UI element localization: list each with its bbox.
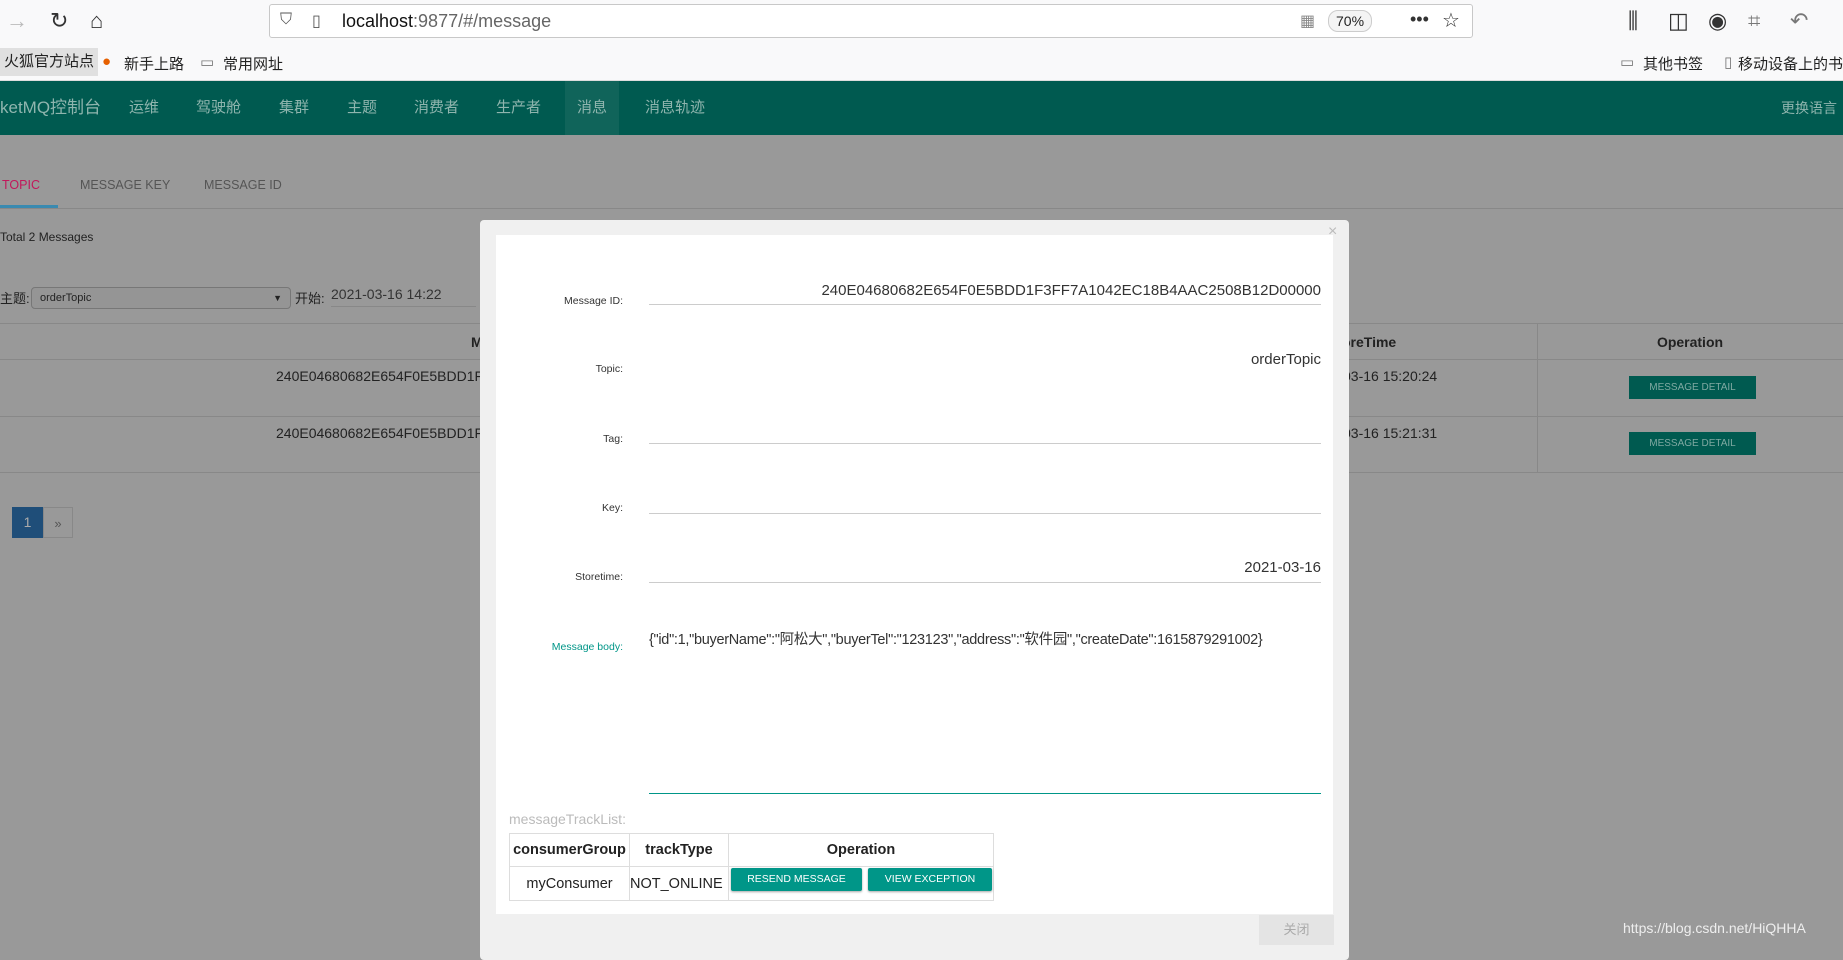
firefox-icon: ● bbox=[102, 53, 112, 70]
folder-icon: ▭ bbox=[1620, 54, 1635, 71]
zoom-level[interactable]: 70% bbox=[1328, 10, 1373, 32]
nav-item[interactable]: 驾驶舱 bbox=[196, 81, 241, 135]
column-header: Operation bbox=[1656, 334, 1724, 350]
message-body-label: Message body: bbox=[551, 641, 623, 653]
chevron-down-icon: ▼ bbox=[273, 293, 282, 303]
account-icon[interactable]: ◉ bbox=[1708, 8, 1727, 34]
message-detail-button[interactable]: MESSAGE DETAIL bbox=[1629, 432, 1756, 455]
page-1-button[interactable]: 1 bbox=[12, 507, 43, 538]
nav-item[interactable]: 主题 bbox=[347, 81, 377, 135]
brand[interactable]: ketMQ控制台 bbox=[0, 81, 101, 135]
topic-label: 主题: bbox=[0, 291, 30, 306]
column-header: trackType bbox=[629, 833, 729, 867]
folder-icon: ▭ bbox=[200, 54, 215, 71]
url-host: localhost bbox=[342, 11, 414, 31]
key-field bbox=[649, 513, 1321, 514]
start-time-input[interactable]: 2021-03-16 14:22 bbox=[331, 286, 476, 307]
crop-icon[interactable]: ⌗ bbox=[1748, 8, 1760, 34]
tab-divider bbox=[0, 208, 1843, 209]
view-exception-button[interactable]: VIEW EXCEPTION bbox=[868, 868, 992, 891]
tab-message-key[interactable]: MESSAGE KEY bbox=[80, 178, 170, 192]
star-icon[interactable]: ☆ bbox=[1442, 8, 1460, 33]
field-underline bbox=[649, 304, 1321, 305]
undo-icon[interactable]: ↶ bbox=[1790, 8, 1808, 34]
tag-label: Tag: bbox=[603, 433, 623, 445]
topic-select-value: orderTopic bbox=[40, 292, 92, 304]
start-label: 开始: bbox=[295, 291, 325, 306]
message-body-text[interactable]: {"id":1,"buyerName":"阿松大","buyerTel":"12… bbox=[649, 628, 1263, 649]
message-detail-button[interactable]: MESSAGE DETAIL bbox=[1629, 376, 1756, 399]
tab-message-id[interactable]: MESSAGE ID bbox=[204, 178, 282, 192]
track-list-title: messageTrackList: bbox=[509, 811, 626, 827]
message-id-cell: 240E04680682E654F0E5BDD1F bbox=[276, 368, 484, 384]
library-icon[interactable]: ⫼ bbox=[1628, 8, 1638, 34]
url-path: :9877/#/message bbox=[413, 11, 552, 31]
store-time-cell: 03-16 15:20:24 bbox=[1343, 368, 1438, 384]
message-id-value: 240E04680682E654F0E5BDD1F3FF7A1042EC18B4… bbox=[821, 282, 1321, 299]
page-icon: ▯ bbox=[312, 13, 321, 30]
more-icon[interactable]: ••• bbox=[1410, 9, 1429, 30]
watermark: https://blog.csdn.net/HiQHHA bbox=[1623, 920, 1806, 936]
consumer-group-cell: myConsumer bbox=[509, 866, 630, 901]
field-underline bbox=[649, 582, 1321, 583]
message-body-underline bbox=[649, 793, 1321, 794]
nav-item[interactable]: 集群 bbox=[279, 81, 309, 135]
shield-icon[interactable]: ⛉ bbox=[280, 11, 292, 29]
next-page-button[interactable]: » bbox=[43, 507, 73, 538]
nav-item-active[interactable]: 消息 bbox=[565, 81, 619, 135]
column-header: consumerGroup bbox=[509, 833, 630, 867]
message-id-label: Message ID: bbox=[564, 295, 623, 307]
topic-label: Topic: bbox=[595, 363, 623, 375]
top-nav: ketMQ控制台 运维 驾驶舱 集群 主题 消费者 生产者 消息 消息轨迹 更换… bbox=[0, 81, 1843, 135]
resend-message-button[interactable]: RESEND MESSAGE bbox=[731, 868, 862, 891]
nav-item[interactable]: 生产者 bbox=[496, 81, 541, 135]
key-label: Key: bbox=[601, 502, 623, 514]
bookmark[interactable]: 移动设备上的书 bbox=[1738, 53, 1843, 74]
nav-item[interactable]: 消费者 bbox=[414, 81, 459, 135]
bookmark[interactable]: 新手上路 bbox=[124, 53, 184, 74]
topic-select[interactable]: orderTopic ▼ bbox=[31, 287, 291, 309]
reload-icon[interactable]: ↻ bbox=[50, 8, 68, 34]
storetime-value: 2021-03-16 bbox=[1244, 559, 1321, 576]
total-count: Total 2 Messages bbox=[0, 230, 94, 244]
topic-value: orderTopic bbox=[1250, 351, 1321, 368]
store-time-cell: 03-16 15:21:31 bbox=[1343, 425, 1438, 441]
nav-item[interactable]: 运维 bbox=[129, 81, 159, 135]
bookmark[interactable]: 火狐官方站点 bbox=[0, 48, 99, 76]
bookmark[interactable]: 常用网址 bbox=[223, 53, 283, 74]
close-button[interactable]: 关闭 bbox=[1259, 915, 1334, 945]
sidebar-icon[interactable]: ◫ bbox=[1668, 8, 1689, 34]
qr-icon[interactable]: ▦ bbox=[1300, 11, 1315, 31]
bookmark[interactable]: 其他书签 bbox=[1643, 53, 1703, 74]
column-header: Operation bbox=[728, 833, 994, 867]
nav-item[interactable]: 消息轨迹 bbox=[645, 81, 705, 135]
storetime-label: Storetime: bbox=[575, 571, 623, 583]
bookmarks-bar: 火狐官方站点 ● 新手上路 ▭ 常用网址 ▭ 其他书签 ▯ 移动设备上的书 bbox=[0, 44, 1843, 81]
language-switch[interactable]: 更换语言 bbox=[1781, 81, 1837, 135]
home-icon[interactable]: ⌂ bbox=[90, 8, 103, 34]
tab-topic[interactable]: TOPIC bbox=[2, 178, 40, 192]
message-id-cell: 240E04680682E654F0E5BDD1F bbox=[276, 425, 484, 441]
tag-field bbox=[649, 443, 1321, 444]
forward-icon[interactable]: → bbox=[6, 8, 28, 34]
mobile-icon: ▯ bbox=[1724, 54, 1733, 71]
url-bar[interactable]: ⛉ ▯ localhost:9877/#/message ▦ 70% ••• ☆ bbox=[269, 4, 1473, 38]
track-type-cell: NOT_ONLINE bbox=[629, 866, 729, 901]
browser-toolbar: → ↻ ⌂ ⛉ ▯ localhost:9877/#/message ▦ 70%… bbox=[0, 0, 1843, 44]
